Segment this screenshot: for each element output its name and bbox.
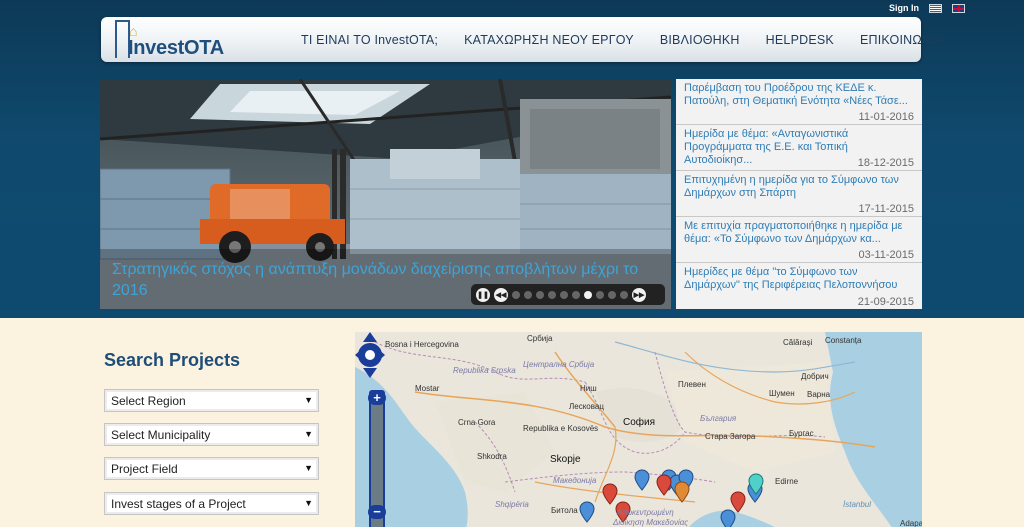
news-date: 11-01-2016: [855, 111, 914, 123]
slider-dot[interactable]: [560, 290, 568, 299]
slider-dot[interactable]: [620, 290, 628, 299]
project-field-select[interactable]: Project Field ▼: [104, 457, 319, 480]
map-label: Стара Загора: [705, 432, 756, 441]
news-item[interactable]: Παρέμβαση του Προέδρου της ΚΕΔΕ κ. Πατού…: [676, 79, 922, 125]
nav-library[interactable]: ΒΙΒΛΙΟΘΗΚΗ: [660, 33, 740, 47]
logo-text: InvestOTA: [128, 37, 224, 59]
slider-dot[interactable]: [572, 290, 580, 299]
map-label: Republika Srpska: [453, 366, 516, 375]
map-label: Централна Србија: [523, 360, 595, 369]
news-date: 18-12-2015: [854, 157, 914, 169]
map-label: Constanța: [825, 336, 862, 345]
pan-control-icon[interactable]: [355, 332, 385, 378]
map-label: Шумен: [769, 389, 795, 398]
english-flag-icon[interactable]: [952, 3, 965, 13]
slider-dot[interactable]: [548, 290, 556, 299]
invest-stages-select[interactable]: Invest stages of a Project ▼: [104, 492, 319, 515]
map-label: Mostar: [415, 384, 440, 393]
map-label: Shqipëria: [495, 500, 529, 509]
map-label: Плевен: [678, 380, 706, 389]
region-select[interactable]: Select Region ▼: [104, 389, 319, 412]
sign-in-link[interactable]: Sign In: [889, 3, 919, 13]
next-icon[interactable]: ▶▶: [632, 287, 646, 302]
pause-icon[interactable]: ❚❚: [476, 287, 490, 302]
nav-new-project[interactable]: ΚΑΤΑΧΩΡΗΣΗ ΝΕΟΥ ΕΡΓΟΥ: [464, 33, 634, 47]
search-projects-title: Search Projects: [104, 350, 241, 370]
map-label: София: [623, 417, 656, 428]
news-item[interactable]: Ημερίδα με θέμα: «Ανταγωνιστικά Προγράμμ…: [676, 125, 922, 171]
map-label: Shkodra: [477, 452, 507, 461]
municipality-select[interactable]: Select Municipality ▼: [104, 423, 319, 446]
map-label: Crna Gora: [458, 418, 496, 427]
slider-controls: ❚❚ ◀◀ ▶▶: [471, 284, 665, 305]
map-label: Edirne: [775, 477, 799, 486]
nav-contact[interactable]: ΕΠΙΚΟΙΝΩΝΙΑ: [860, 33, 943, 47]
news-item[interactable]: Επιτυχημένη η ημερίδα για το Σύμφωνο των…: [676, 171, 922, 217]
map-label: Skopje: [550, 454, 581, 465]
navbar: ⌂ InvestOTA ΤΙ ΕΙΝΑΙ ΤΟ InvestOTA; ΚΑΤΑΧ…: [101, 17, 943, 62]
map-label: Republika e Kosovës: [523, 424, 599, 433]
region-select-value: Select Region: [111, 394, 186, 408]
map-label: Bosna i Hercegovina: [385, 340, 459, 349]
previous-icon[interactable]: ◀◀: [494, 287, 508, 302]
slider-dot-active[interactable]: [584, 290, 592, 299]
map-label: Лесковац: [569, 402, 604, 411]
invest-stages-select-value: Invest stages of a Project: [111, 497, 246, 511]
slider-dot[interactable]: [524, 290, 532, 299]
map-label: Битола: [551, 506, 578, 515]
slider-dot[interactable]: [608, 290, 616, 299]
top-links: Sign In: [889, 3, 965, 13]
news-item[interactable]: Ημερίδες με θέμα "το Σύμφωνο των Δημάρχω…: [676, 263, 922, 309]
map-label: Бургас: [789, 429, 814, 438]
map-label: България: [700, 414, 737, 423]
news-date: 21-09-2015: [854, 296, 914, 308]
zoom-in-button[interactable]: +: [368, 391, 386, 405]
map-label: Ниш: [580, 384, 597, 393]
map-label: Călărași: [783, 338, 813, 347]
news-list: Παρέμβαση του Προέδρου της ΚΕΔΕ κ. Πατού…: [676, 79, 922, 309]
nav-about[interactable]: ΤΙ ΕΙΝΑΙ ΤΟ InvestOTA;: [301, 33, 438, 47]
map-label: Србија: [527, 334, 553, 343]
municipality-select-value: Select Municipality: [111, 428, 211, 442]
news-date: 17-11-2015: [855, 203, 914, 215]
slider-dot[interactable]: [596, 290, 604, 299]
map-label: Adapa: [900, 519, 922, 527]
dropdown-arrow-icon: ▼: [304, 395, 313, 405]
dropdown-arrow-icon: ▼: [304, 429, 313, 439]
map-label: Αποκεντρωμένη: [617, 508, 674, 517]
map-label: Добрич: [801, 372, 829, 381]
project-field-select-value: Project Field: [111, 462, 178, 476]
zoom-out-button[interactable]: −: [368, 505, 386, 519]
map-label: Διοίκηση Μακεδονίας: [613, 518, 689, 527]
greek-flag-icon[interactable]: [929, 3, 942, 13]
dropdown-arrow-icon: ▼: [304, 463, 313, 473]
slider-dot[interactable]: [536, 290, 544, 299]
news-item[interactable]: Με επιτυχία πραγματοποιήθηκε η ημερίδα μ…: [676, 217, 922, 263]
news-slider[interactable]: Στρατηγικός στόχος η ανάπτυξη μονάδων δι…: [100, 79, 671, 309]
map-label: Варна: [807, 390, 831, 399]
slider-dot[interactable]: [512, 290, 520, 299]
main-menu: ΤΙ ΕΙΝΑΙ ΤΟ InvestOTA; ΚΑΤΑΧΩΡΗΣΗ ΝΕΟΥ Ε…: [301, 17, 943, 62]
map-label: İstanbul: [843, 500, 872, 509]
news-date: 03-11-2015: [855, 249, 914, 261]
map-label: Македонија: [553, 476, 597, 485]
projects-map[interactable]: Bosna i Hercegovina Србија Republika Srp…: [355, 332, 922, 527]
investota-logo[interactable]: ⌂ InvestOTA: [111, 18, 236, 60]
dropdown-arrow-icon: ▼: [304, 498, 313, 508]
nav-helpdesk[interactable]: HELPDESK: [766, 33, 834, 47]
map-background: [355, 332, 922, 527]
